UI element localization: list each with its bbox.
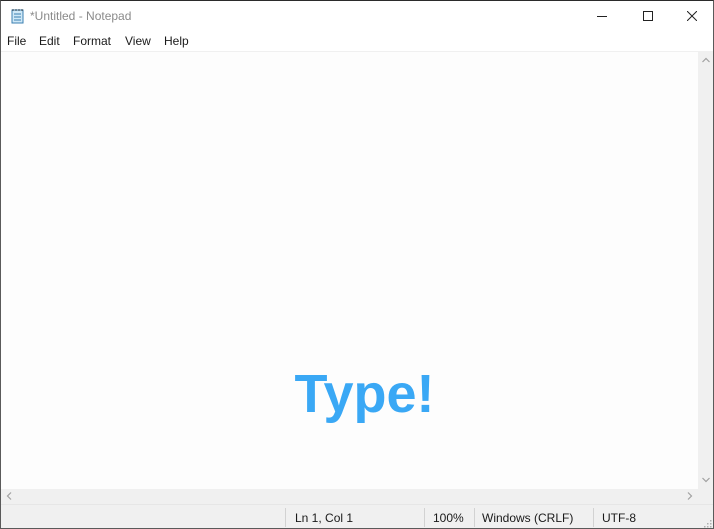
status-bar: Ln 1, Col 1 100% Windows (CRLF) UTF-8	[1, 504, 713, 528]
scroll-down-arrow-icon[interactable]	[702, 477, 710, 483]
menu-view[interactable]: View	[125, 34, 151, 48]
menu-edit[interactable]: Edit	[39, 34, 60, 48]
minimize-icon	[597, 16, 607, 17]
status-divider	[285, 508, 286, 527]
scroll-right-arrow-icon[interactable]	[687, 492, 693, 500]
horizontal-scrollbar[interactable]	[1, 489, 698, 504]
vertical-scrollbar[interactable]	[698, 51, 713, 489]
text-editor-area[interactable]: Type!	[1, 51, 698, 490]
status-divider	[474, 508, 475, 527]
encoding: UTF-8	[602, 511, 636, 525]
menu-help[interactable]: Help	[164, 34, 189, 48]
title-bar[interactable]: *Untitled - Notepad	[1, 1, 713, 31]
zoom-level: 100%	[433, 511, 464, 525]
overlay-caption: Type!	[294, 364, 435, 424]
close-icon	[687, 11, 697, 21]
scrollbar-corner	[698, 489, 713, 504]
status-divider	[593, 508, 594, 527]
menu-bar: File Edit Format View Help	[1, 32, 713, 51]
line-ending: Windows (CRLF)	[482, 511, 574, 525]
maximize-button[interactable]	[625, 1, 671, 31]
window-title: *Untitled - Notepad	[30, 9, 132, 23]
scroll-left-arrow-icon[interactable]	[6, 492, 12, 500]
notepad-icon[interactable]	[9, 8, 25, 24]
menu-file[interactable]: File	[7, 34, 26, 48]
notepad-window: *Untitled - Notepad File Edit Format Vie…	[0, 0, 714, 529]
scroll-up-arrow-icon[interactable]	[702, 57, 710, 63]
minimize-button[interactable]	[579, 1, 625, 31]
status-divider	[424, 508, 425, 527]
menu-format[interactable]: Format	[73, 34, 111, 48]
maximize-icon	[643, 11, 653, 21]
close-button[interactable]	[669, 1, 713, 31]
cursor-position: Ln 1, Col 1	[295, 511, 354, 525]
resize-grip-icon[interactable]	[702, 518, 712, 528]
